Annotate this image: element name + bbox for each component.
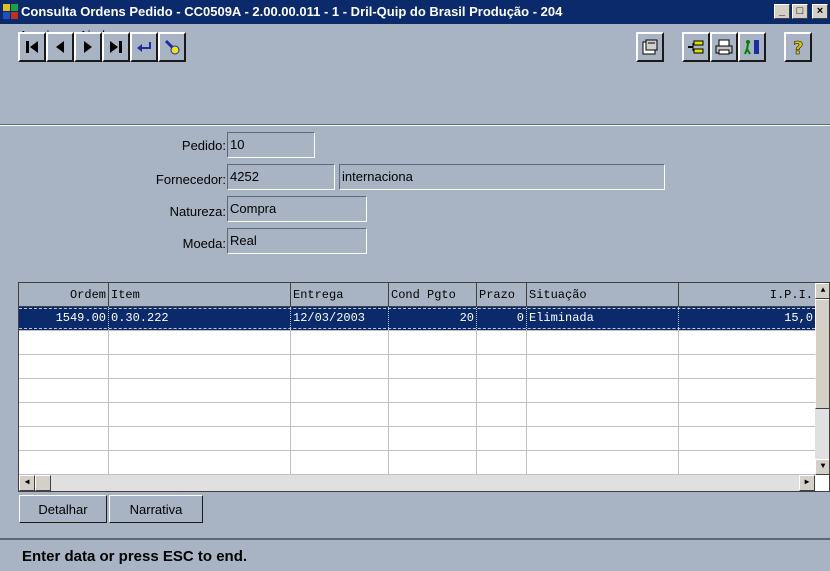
fornecedor-code-field[interactable]: 4252 — [227, 164, 335, 190]
column-header-entrega[interactable]: Entrega — [291, 283, 389, 307]
cell-prazo[interactable]: 0 — [477, 307, 527, 330]
cell-cond-pgto[interactable]: 20 — [389, 307, 477, 330]
vertical-scrollbar[interactable]: ▲ ▼ — [815, 283, 829, 475]
order-header-panel: Pedido: 10 Fornecedor: 4252 internaciona… — [0, 126, 830, 274]
scroll-down-button[interactable]: ▼ — [815, 459, 829, 475]
cell-situacao[interactable]: Eliminada — [527, 307, 679, 330]
first-record-icon — [26, 41, 38, 53]
next-record-icon — [84, 41, 92, 53]
help-button[interactable]: ? — [784, 32, 812, 62]
natureza-label: Natureza: — [169, 204, 226, 219]
previous-record-button[interactable] — [46, 32, 74, 62]
cell-entrega[interactable]: 12/03/2003 — [291, 307, 389, 330]
status-bar: Enter data or press ESC to end. — [0, 538, 830, 571]
first-record-button[interactable] — [18, 32, 46, 62]
print-button[interactable] — [710, 32, 738, 62]
table-row[interactable] — [19, 451, 815, 475]
tree-icon — [688, 40, 704, 54]
last-record-icon — [110, 41, 122, 53]
scroll-left-button[interactable]: ◀ — [19, 475, 35, 491]
table-row[interactable] — [19, 427, 815, 451]
status-message: Enter data or press ESC to end. — [22, 548, 248, 565]
orders-grid[interactable]: Ordem Item Entrega Cond Pgto Prazo Situa… — [18, 282, 830, 492]
column-header-cond-pgto[interactable]: Cond Pgto — [389, 283, 477, 307]
return-icon — [137, 42, 151, 52]
properties-icon — [642, 39, 658, 55]
close-button[interactable]: × — [812, 4, 828, 19]
previous-record-icon — [56, 41, 64, 53]
table-row[interactable]: 1549.00 0.30.222 12/03/2003 20 0 Elimina… — [19, 307, 815, 331]
pedido-label: Pedido: — [181, 138, 226, 153]
column-header-situacao[interactable]: Situação — [527, 283, 679, 307]
title-bar[interactable]: Consulta Ordens Pedido - CC0509A - 2.00.… — [0, 0, 830, 24]
natureza-field[interactable]: Compra — [227, 196, 367, 222]
cell-item[interactable]: 0.30.222 — [109, 307, 291, 330]
vertical-scroll-thumb[interactable] — [815, 299, 829, 409]
print-icon — [715, 39, 733, 55]
horizontal-scroll-thumb[interactable] — [35, 475, 51, 491]
moeda-field[interactable]: Real — [227, 228, 367, 254]
search-button[interactable] — [158, 32, 186, 62]
scroll-up-button[interactable]: ▲ — [815, 283, 829, 299]
table-row[interactable] — [19, 379, 815, 403]
scroll-right-button[interactable]: ▶ — [799, 475, 815, 491]
pedido-field[interactable]: 10 — [227, 132, 315, 158]
detalhar-button[interactable]: Detalhar — [19, 495, 107, 523]
column-header-prazo[interactable]: Prazo — [477, 283, 527, 307]
minimize-button[interactable]: _ — [774, 4, 790, 19]
moeda-label: Moeda: — [182, 236, 226, 251]
restore-button[interactable]: □ — [792, 4, 808, 19]
column-header-ordem[interactable]: Ordem — [19, 283, 109, 307]
table-row[interactable] — [19, 355, 815, 379]
tree-button[interactable] — [682, 32, 710, 62]
grid-header: Ordem Item Entrega Cond Pgto Prazo Situa… — [19, 283, 815, 307]
return-button[interactable] — [130, 32, 158, 62]
last-record-button[interactable] — [102, 32, 130, 62]
horizontal-scrollbar[interactable]: ◀ ▶ — [19, 475, 815, 491]
exit-icon — [744, 40, 759, 55]
column-header-ipi[interactable]: I.P.I. — [679, 283, 815, 307]
cell-ipi[interactable]: 15,0 — [679, 307, 815, 330]
fornecedor-name-field[interactable]: internaciona — [339, 164, 665, 190]
search-icon — [164, 39, 180, 55]
help-icon: ? — [793, 38, 804, 56]
properties-button[interactable] — [636, 32, 664, 62]
table-row[interactable] — [19, 403, 815, 427]
fornecedor-label: Fornecedor: — [155, 172, 226, 187]
column-header-item[interactable]: Item — [109, 283, 291, 307]
narrativa-button[interactable]: Narrativa — [109, 495, 203, 523]
app-icon — [3, 4, 18, 19]
table-row[interactable] — [19, 331, 815, 355]
svg-text:?: ? — [793, 38, 803, 56]
exit-button[interactable] — [738, 32, 766, 62]
cell-ordem[interactable]: 1549.00 — [19, 307, 109, 330]
toolbar: ? — [0, 32, 830, 124]
window-title: Consulta Ordens Pedido - CC0509A - 2.00.… — [21, 4, 563, 19]
next-record-button[interactable] — [74, 32, 102, 62]
